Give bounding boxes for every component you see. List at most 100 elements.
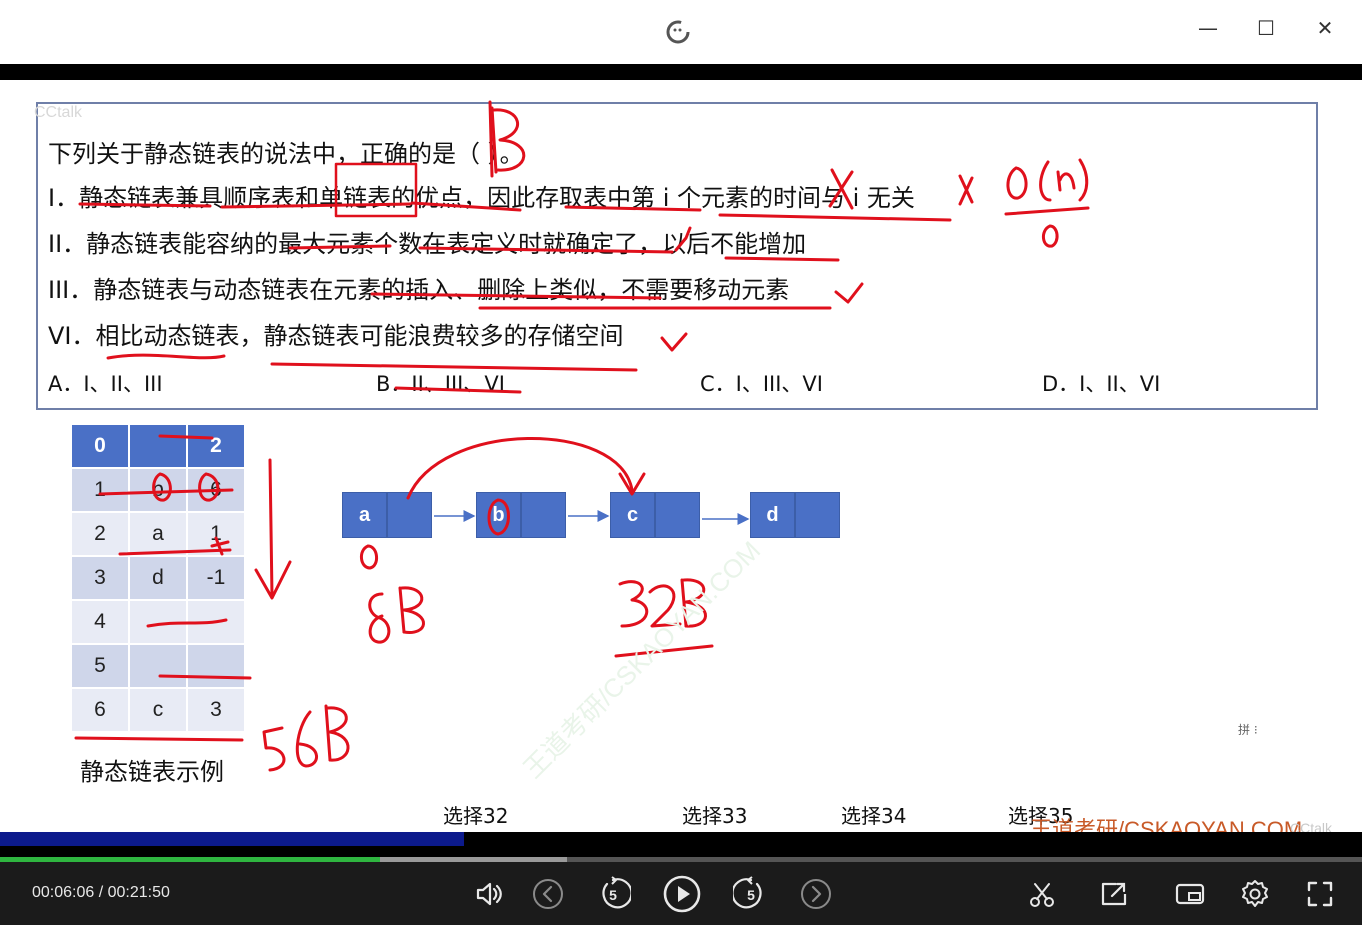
option-a: A．I、II、III	[48, 372, 163, 396]
node-next	[387, 492, 432, 538]
next-button[interactable]	[798, 876, 834, 912]
table-cell: 4	[72, 601, 128, 643]
table-cell: 1	[72, 469, 128, 511]
share-button[interactable]	[1096, 876, 1132, 912]
list-node-d: d	[750, 492, 840, 538]
speaker-icon	[476, 882, 502, 906]
question-box: 下列关于静态链表的说法中，正确的是（ ）。 I．静态链表兼具顺序表和单链表的优点…	[36, 102, 1318, 410]
table-row: 4	[72, 601, 244, 643]
table-cell: d	[130, 557, 186, 599]
table-row: 5	[72, 645, 244, 687]
chapter-label-34[interactable]: 选择34	[841, 800, 906, 829]
table-cell: 1	[188, 513, 244, 555]
cctalk-logo-icon	[666, 20, 690, 44]
table-cell: 0	[72, 425, 128, 467]
statement-2: II．静态链表能容纳的最大元素个数在表定义时就确定了，以后不能增加	[48, 230, 807, 258]
chapter-marker[interactable]	[862, 832, 872, 846]
table-cell	[130, 601, 186, 643]
node-next	[655, 492, 700, 538]
time-display: 00:06:06 / 00:21:50	[32, 884, 170, 902]
table-row: 3 d -1	[72, 557, 244, 599]
play-icon	[663, 875, 701, 913]
total-time: 00:21:50	[107, 884, 170, 901]
node-next	[521, 492, 566, 538]
video-player-window: — ☐ ✕ 下列关于静态链表的说法中，正确的是（ ）。 I．静态链表兼具顺序表和…	[0, 0, 1362, 925]
slide-content[interactable]: 下列关于静态链表的说法中，正确的是（ ）。 I．静态链表兼具顺序表和单链表的优点…	[0, 80, 1362, 832]
table-cell: c	[130, 689, 186, 731]
fullscreen-button[interactable]	[1302, 876, 1338, 912]
player-controls: 00:06:06 / 00:21:50 5 5	[0, 862, 1362, 925]
chapter-label-33[interactable]: 选择33	[682, 800, 747, 829]
table-cell: 6	[188, 469, 244, 511]
table-cell: -1	[188, 557, 244, 599]
slide-mini-icons[interactable]: 拼 ⁝	[1238, 721, 1258, 738]
chapter-marker[interactable]	[703, 832, 713, 846]
settings-button[interactable]	[1237, 876, 1273, 912]
node-data: d	[750, 492, 795, 538]
list-node-a: a	[342, 492, 432, 538]
rewind-5-button[interactable]: 5	[595, 876, 633, 912]
node-data: a	[342, 492, 387, 538]
static-list-table: 0 2 1 b 6 2 a 1 3 d -1 4 5 6 c 3	[70, 423, 246, 733]
video-letterbox-top	[0, 64, 1362, 80]
table-row: 6 c 3	[72, 689, 244, 731]
statement-4: VI．相比动态链表，静态链表可能浪费较多的存储空间	[48, 322, 624, 350]
current-time: 00:06:06	[32, 884, 95, 901]
title-bar: — ☐ ✕	[0, 0, 1362, 64]
table-cell	[188, 645, 244, 687]
volume-button[interactable]	[470, 876, 506, 912]
statement-1: I．静态链表兼具顺序表和单链表的优点，因此存取表中第 i 个元素的时间与 i 无…	[48, 184, 915, 212]
previous-button[interactable]	[530, 876, 566, 912]
table-cell: 3	[188, 689, 244, 731]
rewind-icon: 5	[602, 876, 633, 909]
table-cell: 2	[72, 513, 128, 555]
option-b: B．II、III、VI	[376, 372, 505, 396]
table-cell: 3	[72, 557, 128, 599]
share-icon	[1101, 882, 1127, 906]
option-d: D．I、II、VI	[1042, 372, 1161, 396]
rewind-seconds-label: 5	[609, 887, 617, 903]
gear-icon	[1242, 880, 1268, 907]
close-button[interactable]: ✕	[1309, 14, 1341, 42]
table-cell	[130, 645, 186, 687]
forward-seconds-label: 5	[747, 887, 755, 903]
table-cell: 6	[72, 689, 128, 731]
chapter-marker[interactable]	[464, 832, 474, 846]
list-node-b: b	[476, 492, 566, 538]
chapter-marker[interactable]	[1029, 832, 1039, 846]
table-row: 2 a 1	[72, 513, 244, 555]
fullscreen-icon	[1307, 881, 1333, 907]
list-node-c: c	[610, 492, 700, 538]
time-separator: /	[94, 884, 108, 901]
node-data: c	[610, 492, 655, 538]
forward-5-button[interactable]: 5	[731, 876, 769, 912]
play-button[interactable]	[662, 874, 702, 914]
table-cell: 5	[72, 645, 128, 687]
minimize-button[interactable]: —	[1192, 14, 1224, 42]
maximize-button[interactable]: ☐	[1250, 14, 1282, 42]
option-c: C．I、III、VI	[700, 372, 823, 396]
cctalk-watermark: CCtalk	[34, 104, 83, 121]
chevron-left-circle-icon	[533, 879, 563, 909]
chapter-label-32[interactable]: 选择32	[443, 800, 508, 829]
question-title: 下列关于静态链表的说法中，正确的是（ ）。	[48, 140, 524, 168]
table-cell: b	[130, 469, 186, 511]
node-next	[795, 492, 840, 538]
table-cell: 2	[188, 425, 244, 467]
clip-button[interactable]	[1024, 876, 1060, 912]
chapter-highlight	[0, 832, 466, 846]
node-data: b	[476, 492, 521, 538]
forward-icon: 5	[731, 876, 762, 909]
table-cell	[188, 601, 244, 643]
statement-3: III．静态链表与动态链表在元素的插入、删除上类似，不需要移动元素	[48, 276, 790, 304]
table-row: 1 b 6	[72, 469, 244, 511]
slide-watermark: 王道考研/CSKAOYAN.COM	[517, 535, 767, 784]
scissors-icon	[1030, 883, 1054, 907]
table-caption: 静态链表示例	[80, 758, 224, 786]
table-cell: a	[130, 513, 186, 555]
table-header-row: 0 2	[72, 425, 244, 467]
pip-icon	[1175, 883, 1205, 905]
table-cell	[130, 425, 186, 467]
picture-in-picture-button[interactable]	[1172, 876, 1208, 912]
chevron-right-circle-icon	[801, 879, 831, 909]
